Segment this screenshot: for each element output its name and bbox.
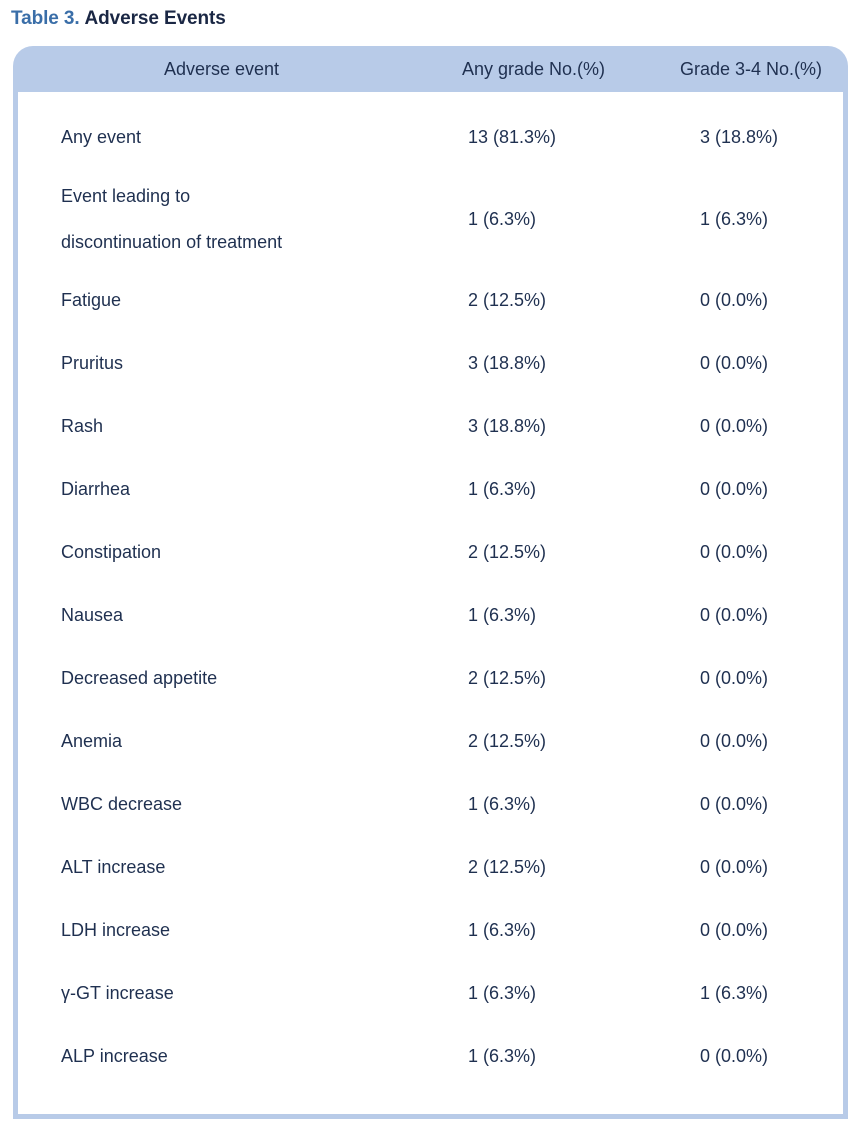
table-row: ALT increase 2 (12.5%) 0 (0.0%) [18,836,843,899]
table-row: Any event 13 (81.3%) 3 (18.8%) [18,106,843,169]
cell-adverse-event-line: Constipation [61,542,162,563]
cell-any-grade: 1 (6.3%) [468,794,537,815]
table-row: Anemia 2 (12.5%) 0 (0.0%) [18,710,843,773]
cell-any-grade: 13 (81.3%) [468,127,557,148]
cell-adverse-event-line: LDH increase [61,920,171,941]
cell-adverse-event: Event leading to discontinuation of treat… [18,185,418,252]
cell-adverse-event-line: Diarrhea [61,479,131,500]
cell-any-grade: 2 (12.5%) [468,731,547,752]
cell-grade-3-4: 0 (0.0%) [700,920,769,941]
cell-adverse-event: Constipation [18,543,418,562]
cell-grade-3-4: 3 (18.8%) [700,127,779,148]
table-row: WBC decrease 1 (6.3%) 0 (0.0%) [18,773,843,836]
cell-any-grade: 2 (12.5%) [468,542,547,563]
cell-grade-3-4: 1 (6.3%) [700,208,769,229]
table-caption: Table 3. Adverse Events [11,8,226,30]
cell-adverse-event: Diarrhea [18,480,418,499]
cell-grade-3-4: 0 (0.0%) [700,353,769,374]
cell-adverse-event-line: ALT increase [61,857,166,878]
table-row: Rash 3 (18.8%) 0 (0.0%) [18,395,843,458]
cell-grade-3-4: 0 (0.0%) [700,416,769,437]
cell-grade-3-4: 0 (0.0%) [700,479,769,500]
cell-adverse-event-line: Fatigue [61,290,122,311]
cell-any-grade: 3 (18.8%) [468,416,547,437]
cell-adverse-event-line: discontinuation of treatment [61,231,283,252]
table-row: ALP increase 1 (6.3%) 0 (0.0%) [18,1025,843,1088]
cell-adverse-event: Pruritus [18,354,418,373]
table-caption-label: Table 3. [11,8,80,29]
cell-adverse-event: Decreased appetite [18,669,418,688]
cell-adverse-event: Rash [18,417,418,436]
cell-any-grade: 1 (6.3%) [468,920,537,941]
table-caption-title: Adverse Events [84,8,226,29]
table-row: Decreased appetite 2 (12.5%) 0 (0.0%) [18,647,843,710]
cell-grade-3-4: 0 (0.0%) [700,794,769,815]
table-row: Event leading to discontinuation of treat… [18,169,843,269]
table-header-row: Adverse event Any grade No.(%) Grade 3-4… [13,46,848,92]
cell-adverse-event-line: Pruritus [61,353,124,374]
cell-any-grade: 1 (6.3%) [468,208,537,229]
cell-any-grade: 1 (6.3%) [468,479,537,500]
cell-adverse-event-line: Nausea [61,605,124,626]
cell-adverse-event: Nausea [18,606,418,625]
cell-adverse-event-line: γ-GT increase [61,983,174,1004]
cell-adverse-event-line: Decreased appetite [61,668,218,689]
cell-adverse-event-line: Anemia [61,731,123,752]
cell-adverse-event-line: Any event [61,127,142,148]
cell-grade-3-4: 0 (0.0%) [700,857,769,878]
cell-grade-3-4: 0 (0.0%) [700,668,769,689]
cell-grade-3-4: 0 (0.0%) [700,542,769,563]
cell-adverse-event: WBC decrease [18,795,418,814]
table-page: Table 3. Adverse Events Adverse event Any… [0,0,848,1122]
column-header-adverse-event: Adverse event [163,58,280,79]
cell-any-grade: 2 (12.5%) [468,857,547,878]
table-body: Any event 13 (81.3%) 3 (18.8%) Event leadin… [13,92,848,1119]
cell-adverse-event: LDH increase [18,921,418,940]
cell-grade-3-4: 0 (0.0%) [700,605,769,626]
cell-adverse-event-line: ALP increase [61,1046,168,1067]
table-row: Diarrhea 1 (6.3%) 0 (0.0%) [18,458,843,521]
cell-adverse-event: ALT increase [18,858,418,877]
table-row: γ-GT increase 1 (6.3%) 1 (6.3%) [18,962,843,1025]
cell-any-grade: 1 (6.3%) [468,1046,537,1067]
cell-adverse-event-line: Rash [61,416,104,437]
column-header-grade-3-4: Grade 3-4 No.(%) [679,58,823,79]
cell-grade-3-4: 1 (6.3%) [700,983,769,1004]
table-row: Fatigue 2 (12.5%) 0 (0.0%) [18,269,843,332]
cell-any-grade: 3 (18.8%) [468,353,547,374]
cell-adverse-event: Anemia [18,732,418,751]
cell-adverse-event: γ-GT increase [18,984,418,1003]
cell-any-grade: 1 (6.3%) [468,983,537,1004]
cell-grade-3-4: 0 (0.0%) [700,290,769,311]
cell-any-grade: 2 (12.5%) [468,290,547,311]
cell-any-grade: 2 (12.5%) [468,668,547,689]
column-header-any-grade: Any grade No.(%) [461,58,606,79]
table-row: Constipation 2 (12.5%) 0 (0.0%) [18,521,843,584]
cell-adverse-event-line: Event leading to [61,185,191,206]
cell-adverse-event: Any event [18,128,418,147]
adverse-events-table: Adverse event Any grade No.(%) Grade 3-4… [13,46,848,1119]
table-row: Nausea 1 (6.3%) 0 (0.0%) [18,584,843,647]
cell-grade-3-4: 0 (0.0%) [700,1046,769,1067]
cell-adverse-event: Fatigue [18,291,418,310]
table-row: Pruritus 3 (18.8%) 0 (0.0%) [18,332,843,395]
cell-adverse-event-line: WBC decrease [61,794,183,815]
cell-any-grade: 1 (6.3%) [468,605,537,626]
cell-grade-3-4: 0 (0.0%) [700,731,769,752]
table-row: LDH increase 1 (6.3%) 0 (0.0%) [18,899,843,962]
cell-adverse-event: ALP increase [18,1047,418,1066]
